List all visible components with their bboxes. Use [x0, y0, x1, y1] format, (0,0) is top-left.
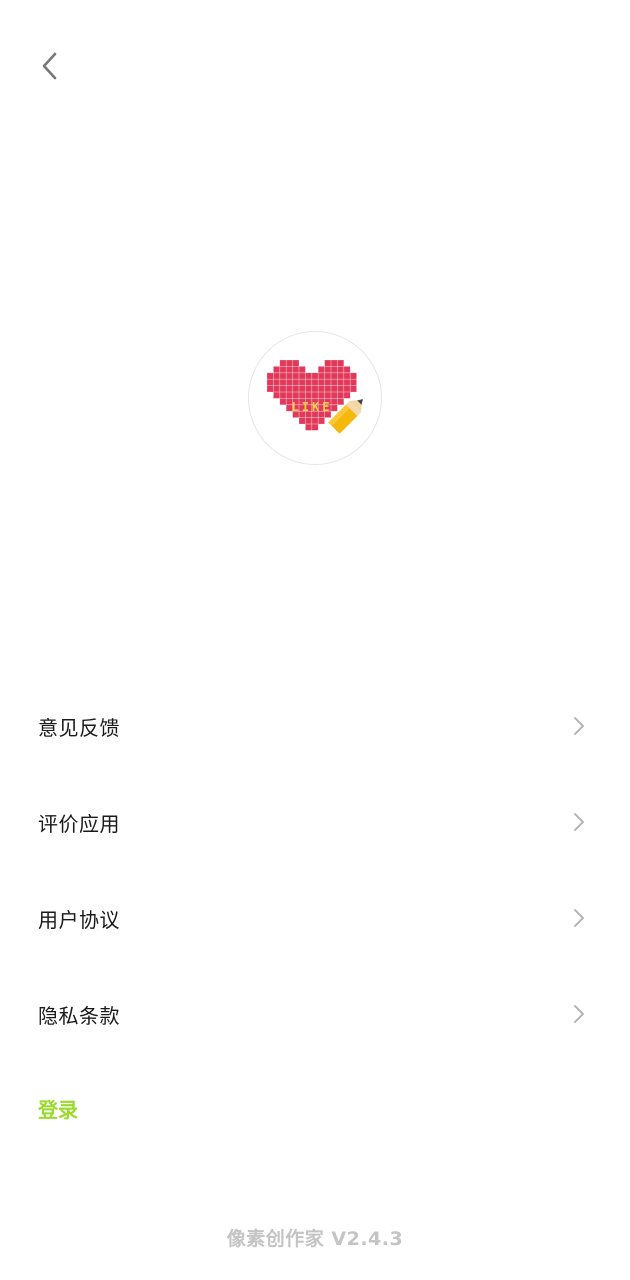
heart-like-text: LIKE — [292, 400, 333, 414]
login-link[interactable]: 登录 — [38, 1094, 78, 1123]
settings-menu: 意见反馈 评价应用 用户协议 隐私条款 — [0, 678, 630, 1062]
chevron-right-icon — [572, 908, 586, 928]
pixel-heart-pencil-logo: LIKE — [266, 359, 363, 434]
menu-item-label: 隐私条款 — [38, 1003, 120, 1028]
menu-item-feedback[interactable]: 意见反馈 — [0, 678, 630, 774]
back-button[interactable] — [28, 44, 72, 88]
menu-item-label: 用户协议 — [38, 907, 120, 932]
menu-item-user-agreement[interactable]: 用户协议 — [0, 870, 630, 966]
menu-item-label: 意见反馈 — [38, 715, 120, 740]
menu-item-label: 评价应用 — [38, 811, 120, 836]
app-logo: LIKE — [248, 331, 382, 465]
app-version-text: 像素创作家 V2.4.3 — [226, 1228, 404, 1250]
menu-item-rate-app[interactable]: 评价应用 — [0, 774, 630, 870]
menu-item-privacy-policy[interactable]: 隐私条款 — [0, 966, 630, 1062]
chevron-left-icon — [42, 52, 57, 80]
chevron-right-icon — [572, 812, 586, 832]
chevron-right-icon — [572, 716, 586, 736]
chevron-right-icon — [572, 1004, 586, 1024]
